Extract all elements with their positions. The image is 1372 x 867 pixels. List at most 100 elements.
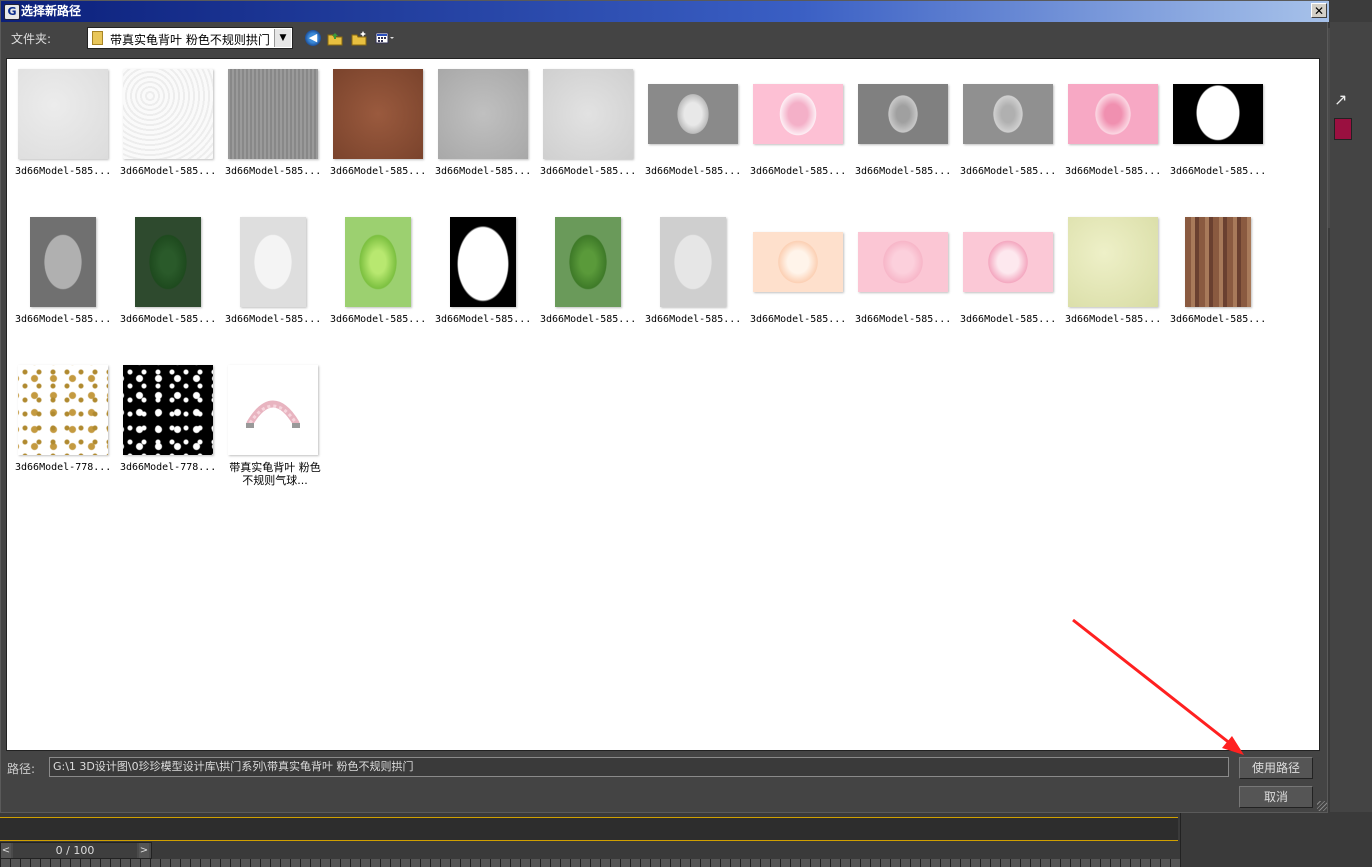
file-thumbnail [438,69,528,159]
file-thumbnail [753,232,843,292]
close-button[interactable]: ✕ [1311,3,1327,18]
file-item[interactable]: 3d66Model-585... [330,68,437,208]
file-item[interactable]: 3d66Model-585... [1065,68,1172,208]
file-thumbnail [18,69,108,159]
file-thumbnail [963,84,1053,144]
file-item[interactable]: 3d66Model-585... [120,216,227,356]
back-arrow-icon[interactable]: ◀ [305,30,321,46]
file-item[interactable]: 3d66Model-585... [435,216,542,356]
file-caption: 3d66Model-585... [540,314,637,325]
file-caption: 3d66Model-585... [960,166,1057,177]
file-caption: 3d66Model-778... [15,462,112,473]
file-item[interactable]: 3d66Model-778... [120,364,227,504]
file-item[interactable]: 3d66Model-585... [225,68,332,208]
file-thumbnail [963,232,1053,292]
file-thumbnail-view[interactable]: 3d66Model-585... 3d66Model-585... 3d66Mo… [6,58,1320,751]
file-thumbnail [648,84,738,144]
file-caption: 3d66Model-585... [15,314,112,325]
file-caption: 3d66Model-585... [540,166,637,177]
file-caption: 带真实龟背叶 粉色不规则气球... [229,461,321,487]
file-thumbnail [30,217,96,307]
new-folder-icon[interactable] [351,30,367,46]
file-item[interactable]: 3d66Model-585... [645,68,752,208]
file-item[interactable]: 3d66Model-585... [225,216,332,356]
file-caption: 3d66Model-778... [120,462,217,473]
file-thumbnail [333,69,423,159]
use-path-button[interactable]: 使用路径 [1239,757,1313,779]
file-thumbnail [1068,217,1158,307]
file-caption: 3d66Model-585... [1065,314,1162,325]
dialog-titlebar[interactable]: G 选择新路径 ✕ [1,1,1329,22]
file-caption: 3d66Model-585... [855,166,952,177]
file-item[interactable]: 3d66Model-585... [120,68,227,208]
file-caption: 3d66Model-585... [120,166,217,177]
file-item[interactable]: 3d66Model-585... [855,216,962,356]
view-menu-icon[interactable] [375,30,395,46]
file-caption: 3d66Model-585... [435,314,532,325]
file-thumbnail [543,69,633,159]
file-thumbnail [858,232,948,292]
file-thumbnail [228,365,318,455]
file-thumbnail [345,217,411,307]
file-item[interactable]: 3d66Model-585... [750,216,857,356]
file-caption: 3d66Model-585... [1065,166,1162,177]
cancel-button[interactable]: 取消 [1239,786,1313,808]
time-next-button[interactable]: > [139,843,149,858]
file-item[interactable]: 3d66Model-585... [435,68,542,208]
file-item[interactable]: 3d66Model-585... [855,68,962,208]
file-thumbnail [228,69,318,159]
file-caption: 3d66Model-585... [750,314,847,325]
file-item[interactable]: 3d66Model-585... [960,216,1067,356]
time-prev-button[interactable]: < [1,843,11,858]
file-caption: 3d66Model-585... [225,314,322,325]
file-item[interactable]: 3d66Model-585... [645,216,752,356]
file-thumbnail [240,217,306,307]
timeline-ruler [0,859,1180,867]
file-item[interactable]: 3d66Model-585... [750,68,857,208]
file-item[interactable]: 3d66Model-585... [960,68,1067,208]
folder-dropdown-value: 带真实龟背叶 粉色不规则拱门 [110,33,270,47]
app-top-right-strip [1330,0,1372,22]
track-bar[interactable] [0,817,1178,841]
path-label: 路径: [7,762,36,776]
folder-icon [92,31,103,45]
file-caption: 3d66Model-585... [1170,314,1267,325]
wrench-icon[interactable]: ↗ [1334,92,1350,108]
file-item[interactable]: 3d66Model-585... [1065,216,1172,356]
choose-path-dialog: G 选择新路径 ✕ 文件夹: 带真实龟背叶 粉色不规则拱门 ▼ ◀ 3d66Mo… [0,0,1329,813]
file-thumbnail [18,365,108,455]
app-logo-icon: G [4,4,20,20]
file-item[interactable]: 3d66Model-585... [1170,216,1277,356]
file-caption: 3d66Model-585... [330,166,427,177]
file-caption: 3d66Model-585... [15,166,112,177]
file-item[interactable]: 3d66Model-585... [330,216,437,356]
chevron-down-icon[interactable]: ▼ [274,29,291,47]
file-item[interactable]: 3d66Model-585... [540,216,647,356]
file-item[interactable]: 3d66Model-585... [1170,68,1277,208]
file-thumbnail [858,84,948,144]
file-caption: 3d66Model-585... [330,314,427,325]
folder-dropdown[interactable]: 带真实龟背叶 粉色不规则拱门 ▼ [87,27,293,49]
time-slider[interactable]: < 0 / 100 > [0,842,152,859]
folder-label: 文件夹: [11,32,52,46]
file-thumbnail [1068,84,1158,144]
up-folder-icon[interactable] [327,30,343,46]
file-item[interactable]: 3d66Model-778... [15,364,122,504]
color-swatch[interactable] [1334,118,1352,140]
file-item[interactable]: 3d66Model-585... [15,68,122,208]
file-thumbnail [123,69,213,159]
file-item[interactable]: 带真实龟背叶 粉色不规则气球... [227,364,332,504]
balloon-arch-icon [246,400,300,428]
dialog-title: 选择新路径 [21,4,82,18]
path-field[interactable]: G:\1 3D设计图\0珍珍模型设计库\拱门系列\带真实龟背叶 粉色不规则拱门 [49,757,1229,777]
frame-counter: 0 / 100 [13,843,137,858]
file-thumbnail [123,365,213,455]
file-caption: 3d66Model-585... [750,166,847,177]
file-thumbnail [1173,84,1263,144]
file-thumbnail [660,217,726,307]
resize-grip-icon[interactable] [1317,801,1327,811]
file-caption: 3d66Model-585... [1170,166,1267,177]
file-item[interactable]: 3d66Model-585... [540,68,647,208]
file-thumbnail [135,217,201,307]
file-item[interactable]: 3d66Model-585... [15,216,122,356]
